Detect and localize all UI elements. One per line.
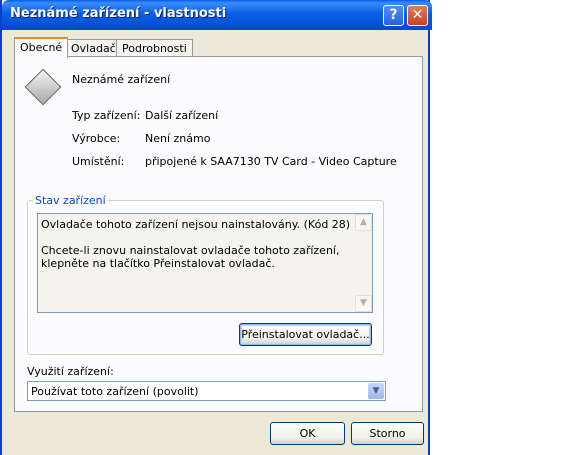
device-status-label: Stav zařízení	[33, 194, 108, 207]
help-button[interactable]: ?	[383, 5, 404, 26]
manufacturer-value: Není známo	[145, 132, 211, 145]
scroll-up-icon[interactable]: ▲	[355, 214, 372, 231]
manufacturer-label: Výrobce:	[72, 132, 121, 145]
device-type-label: Typ zařízení:	[72, 109, 141, 122]
tab-details[interactable]: Podrobnosti	[116, 39, 193, 57]
status-line-1: Ovladače tohoto zařízení nejsou nainstal…	[41, 218, 351, 231]
status-line-2: Chcete-li znovu nainstalovat ovladače to…	[41, 244, 340, 270]
status-scrollbar[interactable]: ▲ ▼	[355, 214, 372, 312]
window-title: Neznámé zařízení - vlastnosti	[10, 6, 227, 21]
tab-general[interactable]: Obecné	[14, 37, 69, 58]
reinstall-driver-button[interactable]: Přeinstalovat ovladač...	[239, 323, 372, 346]
device-name: Neznámé zařízení	[72, 73, 171, 86]
ok-button[interactable]: OK	[270, 422, 345, 445]
tab-driver[interactable]: Ovladač	[65, 39, 122, 57]
status-textbox[interactable]: Ovladače tohoto zařízení nejsou nainstal…	[37, 213, 373, 313]
device-type-value: Další zařízení	[145, 109, 219, 122]
title-bar[interactable]: Neznámé zařízení - vlastnosti ? ✕	[2, 0, 432, 30]
location-label: Umístění:	[72, 155, 125, 168]
device-usage-label: Využití zařízení:	[27, 365, 114, 378]
device-usage-value: Používat toto zařízení (povolit)	[31, 385, 199, 398]
properties-dialog: Neznámé zařízení - vlastnosti ? ✕ Obecné…	[0, 0, 432, 455]
device-usage-select[interactable]: Používat toto zařízení (povolit) ▼	[27, 381, 386, 401]
scroll-down-icon[interactable]: ▼	[355, 295, 372, 312]
close-button[interactable]: ✕	[407, 5, 428, 26]
chevron-down-icon[interactable]: ▼	[368, 383, 384, 399]
cancel-button[interactable]: Storno	[351, 422, 424, 445]
location-value: připojené k SAA7130 TV Card - Video Capt…	[145, 155, 397, 168]
